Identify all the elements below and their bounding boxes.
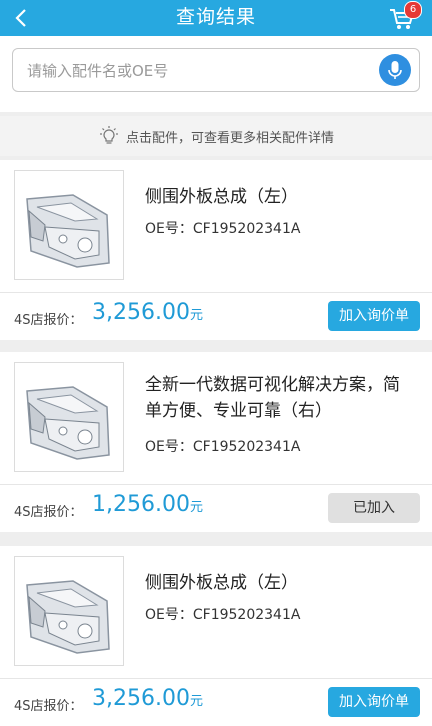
part-image[interactable] xyxy=(14,556,124,666)
part-name: 全新一代数据可视化解决方案，简单方便、专业可靠（右） xyxy=(145,375,400,421)
part-card[interactable]: 侧围外板总成（左） OE号：CF195202341A 4S店报价： 3,256.… xyxy=(0,160,432,340)
price-value: 3,256.00元 xyxy=(92,686,203,711)
search-input[interactable] xyxy=(25,49,369,93)
part-name: 侧围外板总成（左） xyxy=(145,573,298,593)
price-amount: 3,256.00 xyxy=(92,686,190,711)
price-amount: 3,256.00 xyxy=(92,300,190,325)
voice-search-button[interactable] xyxy=(379,54,411,86)
cart-count-badge: 6 xyxy=(404,1,422,19)
price-unit: 元 xyxy=(189,308,203,323)
microphone-icon xyxy=(388,61,402,79)
page-title: 查询结果 xyxy=(175,6,256,28)
car-side-panel-icon xyxy=(26,580,110,654)
add-to-inquiry-button[interactable]: 加入询价单 xyxy=(328,687,420,717)
add-to-inquiry-button[interactable]: 加入询价单 xyxy=(328,301,420,331)
part-card[interactable]: 侧围外板总成（左） OE号：CF195202341A 4S店报价： 3,256.… xyxy=(0,546,432,726)
price-label: 4S店报价： xyxy=(14,699,83,714)
price-amount: 1,256.00 xyxy=(92,492,190,517)
part-oe-number: OE号：CF195202341A xyxy=(145,607,301,623)
search-box xyxy=(12,48,420,93)
price-unit: 元 xyxy=(189,694,203,709)
part-image[interactable] xyxy=(14,170,124,280)
price-value: 3,256.00元 xyxy=(92,300,203,325)
tip-bar: 点击配件，可查看更多相关配件详情 xyxy=(0,116,432,156)
top-bar: 查询结果 6 xyxy=(0,0,432,36)
price-label: 4S店报价： xyxy=(14,505,83,520)
price-label: 4S店报价： xyxy=(14,313,83,328)
tip-text: 点击配件，可查看更多相关配件详情 xyxy=(125,130,334,146)
price-value: 1,256.00元 xyxy=(92,492,203,517)
part-name: 侧围外板总成（左） xyxy=(145,187,298,207)
part-card[interactable]: 全新一代数据可视化解决方案，简单方便、专业可靠（右） OE号：CF1952023… xyxy=(0,352,432,532)
car-side-panel-icon xyxy=(26,386,110,460)
part-image[interactable] xyxy=(14,362,124,472)
search-section xyxy=(0,36,432,112)
part-oe-number: OE号：CF195202341A xyxy=(145,439,301,455)
price-unit: 元 xyxy=(189,500,203,515)
lightbulb-icon xyxy=(99,126,118,144)
added-button[interactable]: 已加入 xyxy=(328,493,420,523)
part-oe-number: OE号：CF195202341A xyxy=(145,221,301,237)
car-side-panel-icon xyxy=(26,194,110,268)
